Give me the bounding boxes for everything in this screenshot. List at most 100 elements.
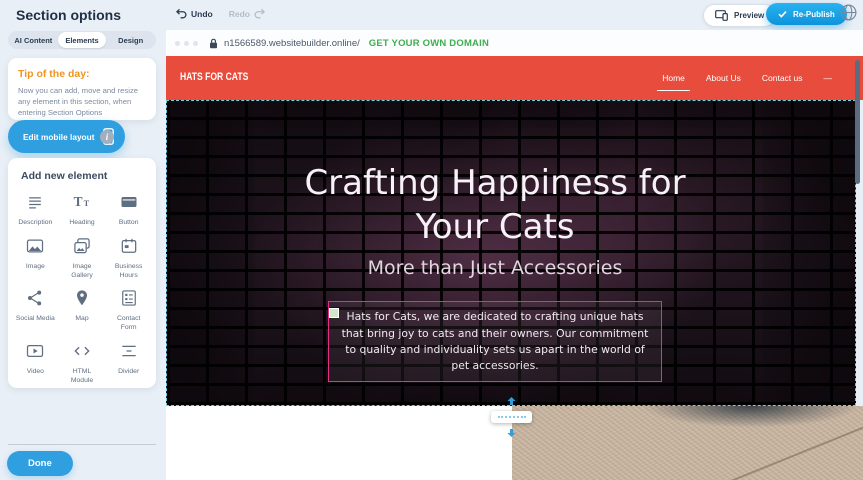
language-button[interactable] — [840, 4, 857, 26]
html-module-icon — [72, 341, 92, 361]
social-media-icon — [25, 288, 45, 308]
edit-mobile-label: Edit mobile layout — [23, 132, 94, 142]
contact-form-icon — [119, 288, 139, 308]
preview-label: Preview — [734, 11, 764, 20]
done-button[interactable]: Done — [7, 451, 73, 476]
nav-contact-us[interactable]: Contact us — [762, 73, 803, 83]
sidebar-divider — [8, 444, 156, 445]
section-resize-handle[interactable] — [491, 392, 532, 442]
element-image-gallery[interactable]: Image Gallery — [59, 230, 106, 283]
info-icon[interactable]: i — [100, 130, 114, 144]
element-heading[interactable]: T T Heading — [59, 186, 106, 230]
nav-more[interactable]: — — [824, 73, 833, 83]
video-icon — [25, 341, 45, 361]
hero-subheading[interactable]: More than Just Accessories — [167, 257, 823, 279]
browser-dot — [193, 41, 198, 46]
nav-about-us[interactable]: About Us — [706, 73, 741, 83]
element-html-module[interactable]: HTML Module — [59, 335, 106, 388]
element-label: Heading — [62, 219, 103, 228]
hero-heading[interactable]: Crafting Happiness for Your Cats — [280, 161, 710, 249]
history-controls: Undo Redo — [176, 8, 265, 19]
svg-text:T: T — [84, 199, 90, 208]
element-label: Business Hours — [108, 263, 149, 281]
republish-button[interactable]: Re-Publish — [766, 3, 847, 25]
redo-button[interactable]: Redo — [229, 8, 265, 19]
undo-icon — [176, 8, 187, 19]
republish-label: Re-Publish — [793, 10, 835, 19]
pavement-seam — [666, 419, 863, 480]
arrow-down-icon — [507, 429, 516, 437]
business-hours-icon — [119, 236, 139, 256]
element-label: Image Gallery — [62, 263, 103, 281]
map-icon — [72, 288, 92, 308]
hero-paragraph: Hats for Cats, we are dedicated to craft… — [342, 310, 649, 372]
tab-label: Elements — [65, 36, 98, 45]
tab-label: Design — [118, 36, 143, 45]
pavement-photo — [512, 406, 863, 480]
app-window: Section options Undo Redo Preview Re- — [0, 0, 863, 480]
browser-dot — [184, 41, 189, 46]
divider-icon — [119, 341, 139, 361]
image-gallery-icon — [72, 236, 92, 256]
tab-design[interactable]: Design — [106, 32, 155, 48]
heading-icon: T T — [72, 192, 92, 212]
check-icon — [778, 10, 787, 18]
hero-content: Crafting Happiness for Your Cats More th… — [167, 101, 823, 405]
site-logo[interactable]: HATS FOR CATS — [180, 71, 248, 83]
page-title: Section options — [16, 7, 121, 23]
element-contact-form[interactable]: Contact Form — [105, 282, 152, 335]
tip-body: Now you can add, move and resize any ele… — [18, 85, 146, 118]
element-label: Divider — [108, 368, 149, 377]
element-map[interactable]: Map — [59, 282, 106, 335]
element-business-hours[interactable]: Business Hours — [105, 230, 152, 283]
browser-dots — [175, 41, 198, 46]
get-domain-link[interactable]: GET YOUR OWN DOMAIN — [369, 38, 489, 49]
tip-of-the-day-card: Tip of the day: Now you can add, move an… — [8, 58, 156, 120]
element-button[interactable]: Button — [105, 186, 152, 230]
element-label: Social Media — [15, 315, 56, 324]
element-grid: Description T T Heading Button — [12, 186, 152, 388]
element-image[interactable]: Image — [12, 230, 59, 283]
hero-text-element-selected[interactable]: Hats for Cats, we are dedicated to craft… — [328, 301, 662, 382]
selection-handle[interactable] — [329, 308, 339, 318]
button-icon — [119, 192, 139, 212]
undo-button[interactable]: Undo — [176, 8, 213, 19]
done-label: Done — [28, 458, 52, 469]
site-url: n1566589.websitebuilder.online/ — [224, 38, 360, 49]
redo-label: Redo — [229, 9, 250, 19]
image-icon — [25, 236, 45, 256]
info-glyph: i — [106, 132, 109, 142]
lock-icon — [209, 38, 218, 49]
devices-icon — [715, 10, 728, 21]
browser-bar: n1566589.websitebuilder.online/ GET YOUR… — [166, 30, 863, 56]
tab-label: AI Content — [14, 36, 52, 45]
element-label: Map — [62, 315, 103, 324]
element-description[interactable]: Description — [12, 186, 59, 230]
svg-text:T: T — [74, 194, 83, 209]
add-element-title: Add new element — [21, 170, 152, 182]
tip-title: Tip of the day: — [18, 68, 146, 80]
redo-icon — [254, 8, 265, 19]
browser-dot — [175, 41, 180, 46]
element-label: Contact Form — [108, 315, 149, 333]
hero-section-selected[interactable]: Crafting Happiness for Your Cats More th… — [166, 100, 856, 406]
resize-grip[interactable] — [491, 411, 532, 423]
element-label: Description — [15, 219, 56, 228]
undo-label: Undo — [191, 9, 213, 19]
element-video[interactable]: Video — [12, 335, 59, 388]
element-label: Button — [108, 219, 149, 228]
sidebar-tab-bar: AI Content Elements Design — [8, 31, 156, 49]
tab-ai-content[interactable]: AI Content — [9, 32, 58, 48]
grip-dots-icon — [498, 416, 526, 418]
site-nav: Home About Us Contact us — — [662, 56, 832, 100]
tab-elements[interactable]: Elements — [58, 32, 107, 48]
preview-scrollbar[interactable] — [855, 60, 860, 184]
site-header: HATS FOR CATS Home About Us Contact us — — [166, 56, 863, 100]
nav-home[interactable]: Home — [662, 73, 685, 83]
element-social-media[interactable]: Social Media — [12, 282, 59, 335]
element-divider[interactable]: Divider — [105, 335, 152, 388]
element-label: HTML Module — [62, 368, 103, 386]
description-icon — [25, 192, 45, 212]
add-new-element-panel: Add new element Description T T Heading — [8, 158, 156, 388]
globe-icon — [840, 4, 857, 21]
